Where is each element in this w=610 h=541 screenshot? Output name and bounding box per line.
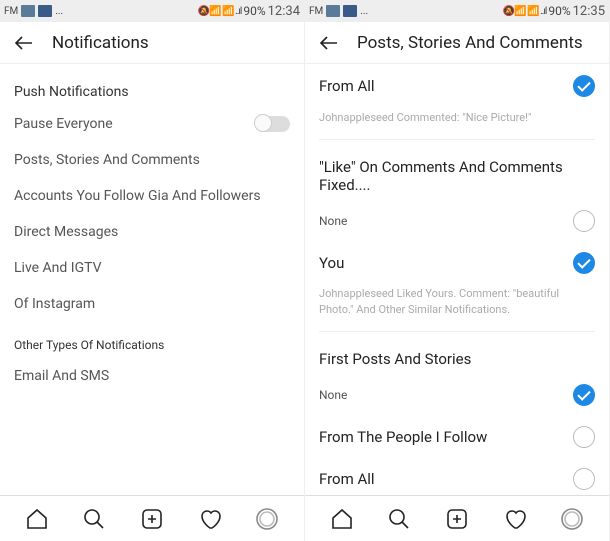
status-dots: ... xyxy=(360,6,368,17)
status-app-icon-2 xyxy=(38,5,52,17)
back-arrow-icon xyxy=(317,31,341,55)
nav-item-label: Email And SMS xyxy=(14,368,109,384)
nav-create[interactable] xyxy=(445,507,469,531)
nav-item-label: Accounts You Follow Gia And Followers xyxy=(14,188,261,204)
radio-checked-icon xyxy=(573,384,595,406)
nav-profile[interactable] xyxy=(255,507,279,531)
status-bar: FM ... 🔕📶 📶 ..ıl 90% 12:35 xyxy=(305,0,609,22)
radio-checked-icon xyxy=(573,75,595,97)
plus-square-icon xyxy=(445,507,469,531)
status-battery: 90% xyxy=(548,4,570,18)
home-icon xyxy=(330,507,354,531)
status-icons: 🔕📶 📶 ..ıl xyxy=(503,6,547,17)
nav-search[interactable] xyxy=(82,507,106,531)
option-from-all-top[interactable]: From All xyxy=(319,72,595,108)
nav-item-label: Of Instagram xyxy=(14,296,95,312)
other-types-heading: Other Types Of Notifications xyxy=(14,322,290,358)
nav-home[interactable] xyxy=(25,507,49,531)
nav-activity[interactable] xyxy=(503,507,527,531)
option-label: You xyxy=(319,254,344,272)
header-title: Notifications xyxy=(52,33,149,53)
back-button[interactable] xyxy=(12,31,36,55)
radio-unchecked-icon xyxy=(573,210,595,232)
heart-icon xyxy=(198,507,222,531)
status-time: 12:34 xyxy=(268,4,300,19)
status-icons: 🔕📶 📶 ..ıl xyxy=(198,6,242,17)
radio-checked-icon xyxy=(573,252,595,274)
nav-item-label: Direct Messages xyxy=(14,224,118,240)
radio-unchecked-icon xyxy=(573,426,595,448)
like-example-text: Johnappleseed Liked Yours. Comment: "bea… xyxy=(319,284,595,327)
search-icon xyxy=(82,507,106,531)
heart-icon xyxy=(503,507,527,531)
nav-item-direct-messages[interactable]: Direct Messages xyxy=(14,214,290,250)
option-label: None xyxy=(319,214,347,228)
profile-icon xyxy=(560,507,584,531)
nav-profile[interactable] xyxy=(560,507,584,531)
status-dots: ... xyxy=(55,6,63,17)
search-icon xyxy=(387,507,411,531)
option-label: None xyxy=(319,388,347,402)
divider xyxy=(319,139,595,140)
nav-item-posts-stories[interactable]: Posts, Stories And Comments xyxy=(14,142,290,178)
plus-square-icon xyxy=(140,507,164,531)
screen-posts-stories-comments: FM ... 🔕📶 📶 ..ıl 90% 12:35 Posts, Storie… xyxy=(305,0,610,541)
status-app-icon-1 xyxy=(326,5,340,17)
home-icon xyxy=(25,507,49,531)
nav-create[interactable] xyxy=(140,507,164,531)
nav-search[interactable] xyxy=(387,507,411,531)
nav-item-email-sms[interactable]: Email And SMS xyxy=(14,358,290,394)
divider xyxy=(319,331,595,332)
back-arrow-icon xyxy=(12,31,36,55)
status-bar: FM ... 🔕📶 📶 ..ıl 90% 12:34 xyxy=(0,0,304,22)
nav-item-of-instagram[interactable]: Of Instagram xyxy=(14,286,290,322)
status-battery: 90% xyxy=(243,4,265,18)
status-time: 12:35 xyxy=(573,4,605,19)
option-like-you[interactable]: You xyxy=(319,242,595,284)
status-fm: FM xyxy=(4,6,18,17)
status-fm: FM xyxy=(309,6,323,17)
like-section-heading: "Like" On Comments And Comments Fixed...… xyxy=(319,144,595,200)
pause-everyone-toggle[interactable] xyxy=(256,116,290,132)
radio-unchecked-icon xyxy=(573,468,595,490)
nav-item-live-igtv[interactable]: Live And IGTV xyxy=(14,250,290,286)
header: Posts, Stories And Comments xyxy=(305,22,609,64)
nav-item-label: Posts, Stories And Comments xyxy=(14,152,200,168)
push-notifications-heading: Push Notifications xyxy=(14,72,290,106)
status-app-icon-2 xyxy=(343,5,357,17)
option-first-from-all[interactable]: From All xyxy=(319,458,595,495)
header: Notifications xyxy=(0,22,304,64)
pause-everyone-row[interactable]: Pause Everyone xyxy=(14,106,290,142)
toggle-knob xyxy=(254,114,272,132)
nav-item-label: Live And IGTV xyxy=(14,260,102,276)
screen-notifications: FM ... 🔕📶 📶 ..ıl 90% 12:34 Notifications… xyxy=(0,0,305,541)
comment-example-text: Johnappleseed Commented: "Nice Picture!" xyxy=(319,108,595,135)
profile-icon xyxy=(255,507,279,531)
nav-home[interactable] xyxy=(330,507,354,531)
option-label: From All xyxy=(319,470,375,488)
content-area: From All Johnappleseed Commented: "Nice … xyxy=(305,64,609,495)
option-label: From The People I Follow xyxy=(319,428,487,446)
option-label: From All xyxy=(319,77,375,95)
option-first-people-follow[interactable]: From The People I Follow xyxy=(319,416,595,458)
back-button[interactable] xyxy=(317,31,341,55)
first-posts-heading: First Posts And Stories xyxy=(319,336,595,374)
header-title: Posts, Stories And Comments xyxy=(357,33,583,53)
status-app-icon-1 xyxy=(21,5,35,17)
bottom-nav xyxy=(305,495,609,541)
nav-activity[interactable] xyxy=(198,507,222,531)
nav-item-accounts-followers[interactable]: Accounts You Follow Gia And Followers xyxy=(14,178,290,214)
option-like-none[interactable]: None xyxy=(319,200,595,242)
pause-everyone-label: Pause Everyone xyxy=(14,116,113,132)
option-first-none[interactable]: None xyxy=(319,374,595,416)
bottom-nav xyxy=(0,495,304,541)
content-area: Push Notifications Pause Everyone Posts,… xyxy=(0,64,304,495)
